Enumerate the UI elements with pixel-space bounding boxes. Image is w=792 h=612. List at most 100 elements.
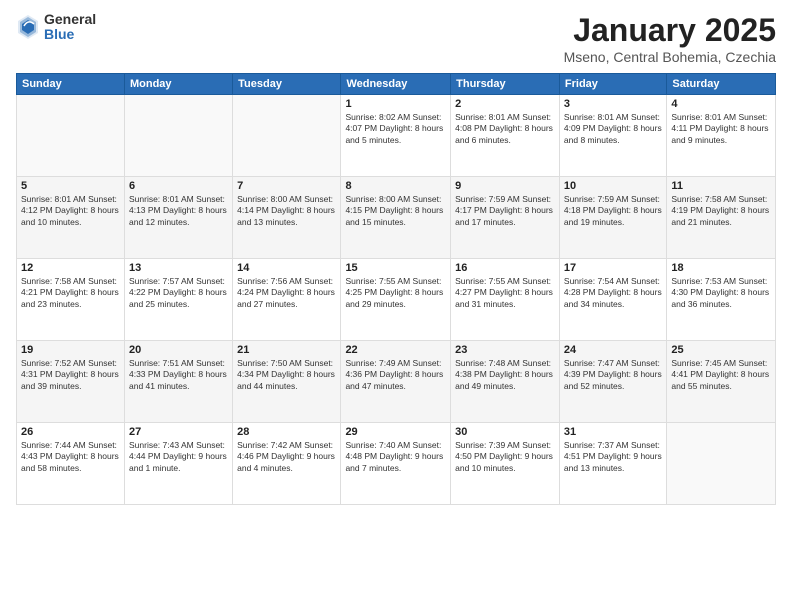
day-number: 4 <box>671 98 771 110</box>
day-info: Sunrise: 7:59 AM Sunset: 4:17 PM Dayligh… <box>455 194 555 228</box>
day-info: Sunrise: 7:37 AM Sunset: 4:51 PM Dayligh… <box>564 440 662 474</box>
day-info: Sunrise: 7:47 AM Sunset: 4:39 PM Dayligh… <box>564 358 662 392</box>
day-number: 3 <box>564 98 662 110</box>
day-info: Sunrise: 7:58 AM Sunset: 4:21 PM Dayligh… <box>21 276 120 310</box>
day-number: 16 <box>455 262 555 274</box>
day-info: Sunrise: 8:00 AM Sunset: 4:14 PM Dayligh… <box>237 194 336 228</box>
day-info: Sunrise: 8:00 AM Sunset: 4:15 PM Dayligh… <box>345 194 446 228</box>
table-row: 1Sunrise: 8:02 AM Sunset: 4:07 PM Daylig… <box>341 95 451 177</box>
col-saturday: Saturday <box>667 74 776 95</box>
day-number: 20 <box>129 344 228 356</box>
day-info: Sunrise: 7:57 AM Sunset: 4:22 PM Dayligh… <box>129 276 228 310</box>
day-info: Sunrise: 7:45 AM Sunset: 4:41 PM Dayligh… <box>671 358 771 392</box>
table-row: 31 Sunrise: 7:37 AM Sunset: 4:51 PM Dayli… <box>559 423 666 505</box>
day-number: 19 <box>21 344 120 356</box>
day-number: 2 <box>455 98 555 110</box>
logo-icon <box>16 13 40 41</box>
table-row: 8 Sunrise: 8:00 AM Sunset: 4:15 PM Daylig… <box>341 177 451 259</box>
table-row: 2Sunrise: 8:01 AM Sunset: 4:08 PM Daylig… <box>451 95 560 177</box>
table-row <box>667 423 776 505</box>
day-info: Sunrise: 8:01 AM Sunset: 4:11 PM Dayligh… <box>671 112 771 146</box>
day-number: 30 <box>455 426 555 438</box>
day-info: Sunrise: 7:56 AM Sunset: 4:24 PM Dayligh… <box>237 276 336 310</box>
day-info: Sunrise: 7:42 AM Sunset: 4:46 PM Dayligh… <box>237 440 336 474</box>
table-row: 23Sunrise: 7:48 AM Sunset: 4:38 PM Dayli… <box>451 341 560 423</box>
col-sunday: Sunday <box>17 74 125 95</box>
day-info: Sunrise: 7:54 AM Sunset: 4:28 PM Dayligh… <box>564 276 662 310</box>
day-number: 9 <box>455 180 555 192</box>
table-row: 4 Sunrise: 8:01 AM Sunset: 4:11 PM Daylig… <box>667 95 776 177</box>
day-number: 6 <box>129 180 228 192</box>
day-info: Sunrise: 7:43 AM Sunset: 4:44 PM Dayligh… <box>129 440 228 474</box>
day-number: 15 <box>345 262 446 274</box>
table-row: 10Sunrise: 7:59 AM Sunset: 4:18 PM Dayli… <box>559 177 666 259</box>
table-row: 11 Sunrise: 7:58 AM Sunset: 4:19 PM Dayli… <box>667 177 776 259</box>
table-row <box>124 95 232 177</box>
title-block: January 2025 Mseno, Central Bohemia, Cze… <box>564 12 776 65</box>
day-number: 7 <box>237 180 336 192</box>
day-number: 8 <box>345 180 446 192</box>
table-row: 3Sunrise: 8:01 AM Sunset: 4:09 PM Daylig… <box>559 95 666 177</box>
calendar-table: Sunday Monday Tuesday Wednesday Thursday… <box>16 73 776 505</box>
table-row: 13Sunrise: 7:57 AM Sunset: 4:22 PM Dayli… <box>124 259 232 341</box>
day-info: Sunrise: 8:01 AM Sunset: 4:13 PM Dayligh… <box>129 194 228 228</box>
table-row: 15 Sunrise: 7:55 AM Sunset: 4:25 PM Dayli… <box>341 259 451 341</box>
day-info: Sunrise: 7:55 AM Sunset: 4:27 PM Dayligh… <box>455 276 555 310</box>
day-info: Sunrise: 7:48 AM Sunset: 4:38 PM Dayligh… <box>455 358 555 392</box>
day-number: 5 <box>21 180 120 192</box>
day-info: Sunrise: 7:44 AM Sunset: 4:43 PM Dayligh… <box>21 440 120 474</box>
table-row: 25Sunrise: 7:45 AM Sunset: 4:41 PM Dayli… <box>667 341 776 423</box>
table-row: 26 Sunrise: 7:44 AM Sunset: 4:43 PM Dayli… <box>17 423 125 505</box>
table-row <box>233 95 341 177</box>
title-month: January 2025 <box>564 12 776 49</box>
table-row: 30Sunrise: 7:39 AM Sunset: 4:50 PM Dayli… <box>451 423 560 505</box>
table-row: 16 Sunrise: 7:55 AM Sunset: 4:27 PM Dayli… <box>451 259 560 341</box>
day-number: 29 <box>345 426 446 438</box>
table-row <box>17 95 125 177</box>
day-number: 18 <box>671 262 771 274</box>
day-number: 31 <box>564 426 662 438</box>
table-row: 12 Sunrise: 7:58 AM Sunset: 4:21 PM Dayli… <box>17 259 125 341</box>
table-row: 24 Sunrise: 7:47 AM Sunset: 4:39 PM Dayli… <box>559 341 666 423</box>
logo-blue-text: Blue <box>44 27 96 42</box>
day-number: 1 <box>345 98 446 110</box>
day-info: Sunrise: 7:51 AM Sunset: 4:33 PM Dayligh… <box>129 358 228 392</box>
day-info: Sunrise: 7:49 AM Sunset: 4:36 PM Dayligh… <box>345 358 446 392</box>
day-number: 12 <box>21 262 120 274</box>
day-number: 14 <box>237 262 336 274</box>
logo-general-text: General <box>44 12 96 27</box>
day-number: 11 <box>671 180 771 192</box>
col-tuesday: Tuesday <box>233 74 341 95</box>
day-info: Sunrise: 7:55 AM Sunset: 4:25 PM Dayligh… <box>345 276 446 310</box>
table-row: 18 Sunrise: 7:53 AM Sunset: 4:30 PM Dayli… <box>667 259 776 341</box>
day-info: Sunrise: 7:40 AM Sunset: 4:48 PM Dayligh… <box>345 440 446 474</box>
table-row: 17Sunrise: 7:54 AM Sunset: 4:28 PM Dayli… <box>559 259 666 341</box>
calendar-week-2: 5 Sunrise: 8:01 AM Sunset: 4:12 PM Daylig… <box>17 177 776 259</box>
day-number: 26 <box>21 426 120 438</box>
title-location: Mseno, Central Bohemia, Czechia <box>564 49 776 65</box>
calendar-week-3: 12 Sunrise: 7:58 AM Sunset: 4:21 PM Dayli… <box>17 259 776 341</box>
day-number: 24 <box>564 344 662 356</box>
header: General Blue January 2025 Mseno, Central… <box>16 12 776 65</box>
table-row: 14 Sunrise: 7:56 AM Sunset: 4:24 PM Dayli… <box>233 259 341 341</box>
day-number: 27 <box>129 426 228 438</box>
table-row: 21Sunrise: 7:50 AM Sunset: 4:34 PM Dayli… <box>233 341 341 423</box>
page: General Blue January 2025 Mseno, Central… <box>0 0 792 612</box>
table-row: 29 Sunrise: 7:40 AM Sunset: 4:48 PM Dayli… <box>341 423 451 505</box>
day-info: Sunrise: 7:58 AM Sunset: 4:19 PM Dayligh… <box>671 194 771 228</box>
day-info: Sunrise: 7:59 AM Sunset: 4:18 PM Dayligh… <box>564 194 662 228</box>
table-row: 20 Sunrise: 7:51 AM Sunset: 4:33 PM Dayli… <box>124 341 232 423</box>
table-row: 7 Sunrise: 8:00 AM Sunset: 4:14 PM Daylig… <box>233 177 341 259</box>
day-info: Sunrise: 7:53 AM Sunset: 4:30 PM Dayligh… <box>671 276 771 310</box>
day-number: 21 <box>237 344 336 356</box>
col-thursday: Thursday <box>451 74 560 95</box>
col-wednesday: Wednesday <box>341 74 451 95</box>
col-monday: Monday <box>124 74 232 95</box>
day-info: Sunrise: 8:01 AM Sunset: 4:12 PM Dayligh… <box>21 194 120 228</box>
calendar-week-1: 1Sunrise: 8:02 AM Sunset: 4:07 PM Daylig… <box>17 95 776 177</box>
table-row: 27 Sunrise: 7:43 AM Sunset: 4:44 PM Dayli… <box>124 423 232 505</box>
table-row: 6 Sunrise: 8:01 AM Sunset: 4:13 PM Daylig… <box>124 177 232 259</box>
day-info: Sunrise: 7:52 AM Sunset: 4:31 PM Dayligh… <box>21 358 120 392</box>
table-row: 28Sunrise: 7:42 AM Sunset: 4:46 PM Dayli… <box>233 423 341 505</box>
table-row: 5 Sunrise: 8:01 AM Sunset: 4:12 PM Daylig… <box>17 177 125 259</box>
